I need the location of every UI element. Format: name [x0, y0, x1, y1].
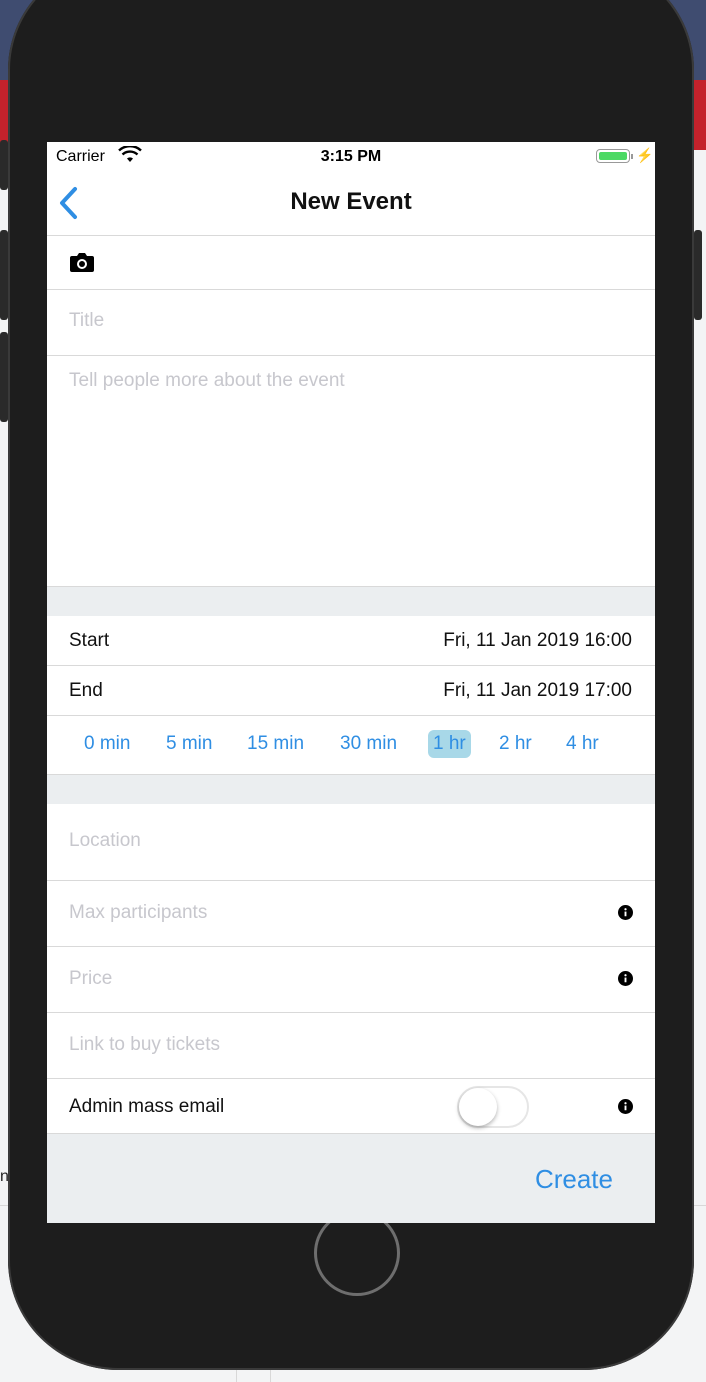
end-label: End — [69, 680, 103, 701]
duration-30min[interactable]: 30 min — [335, 730, 402, 758]
start-label: Start — [69, 630, 110, 651]
status-time: 3:15 PM — [320, 148, 382, 165]
location-field[interactable]: Location — [47, 804, 655, 881]
title-placeholder: Title — [69, 310, 105, 331]
section-spacer — [47, 587, 655, 616]
price-placeholder: Price — [69, 968, 113, 989]
end-date-row[interactable]: End Fri, 11 Jan 2019 17:00 — [47, 666, 655, 716]
tickets-link-placeholder: Link to buy tickets — [69, 1034, 221, 1055]
info-icon[interactable] — [618, 1099, 633, 1114]
volume-up-button — [0, 230, 8, 320]
footer-bar: Create — [47, 1134, 655, 1223]
duration-2hr[interactable]: 2 hr — [494, 730, 537, 758]
duration-5min[interactable]: 5 min — [161, 730, 217, 758]
max-participants-field[interactable]: Max participants — [47, 881, 655, 947]
start-date-row[interactable]: Start Fri, 11 Jan 2019 16:00 — [47, 616, 655, 666]
end-value: Fri, 11 Jan 2019 17:00 — [443, 680, 632, 701]
charging-icon: ⚡ — [636, 147, 654, 163]
description-placeholder: Tell people more about the event — [69, 370, 345, 391]
duration-selector: 0 min 5 min 15 min 30 min 1 hr 2 hr 4 hr — [47, 716, 655, 775]
mute-switch — [0, 140, 8, 190]
max-participants-placeholder: Max participants — [69, 902, 208, 923]
start-value: Fri, 11 Jan 2019 16:00 — [443, 630, 632, 651]
power-button — [694, 230, 702, 320]
duration-4hr[interactable]: 4 hr — [561, 730, 604, 758]
section-spacer — [47, 775, 655, 804]
create-button[interactable]: Create — [535, 1164, 613, 1195]
admin-mass-email-row: Admin mass email — [47, 1079, 655, 1134]
duration-1hr[interactable]: 1 hr — [428, 730, 471, 758]
duration-0min[interactable]: 0 min — [79, 730, 135, 758]
photo-row[interactable] — [47, 236, 655, 290]
status-bar: Carrier 3:15 PM ⚡ — [47, 142, 655, 172]
info-icon[interactable] — [618, 971, 633, 986]
title-field[interactable]: Title — [47, 290, 655, 356]
duration-15min[interactable]: 15 min — [242, 730, 309, 758]
battery-nub — [631, 154, 633, 159]
admin-mass-email-toggle[interactable] — [457, 1086, 529, 1128]
app-screen: Carrier 3:15 PM ⚡ New Event Title Tell p… — [47, 142, 655, 1223]
volume-down-button — [0, 332, 8, 422]
navigation-bar: New Event — [47, 172, 655, 236]
description-field[interactable]: Tell people more about the event — [47, 356, 655, 587]
admin-mass-email-label: Admin mass email — [69, 1096, 225, 1117]
info-icon[interactable] — [618, 905, 633, 920]
location-placeholder: Location — [69, 830, 141, 851]
tickets-link-field[interactable]: Link to buy tickets — [47, 1013, 655, 1079]
page-title: New Event — [290, 188, 412, 215]
battery-icon — [596, 149, 630, 163]
price-field[interactable]: Price — [47, 947, 655, 1013]
camera-icon[interactable] — [69, 251, 95, 273]
